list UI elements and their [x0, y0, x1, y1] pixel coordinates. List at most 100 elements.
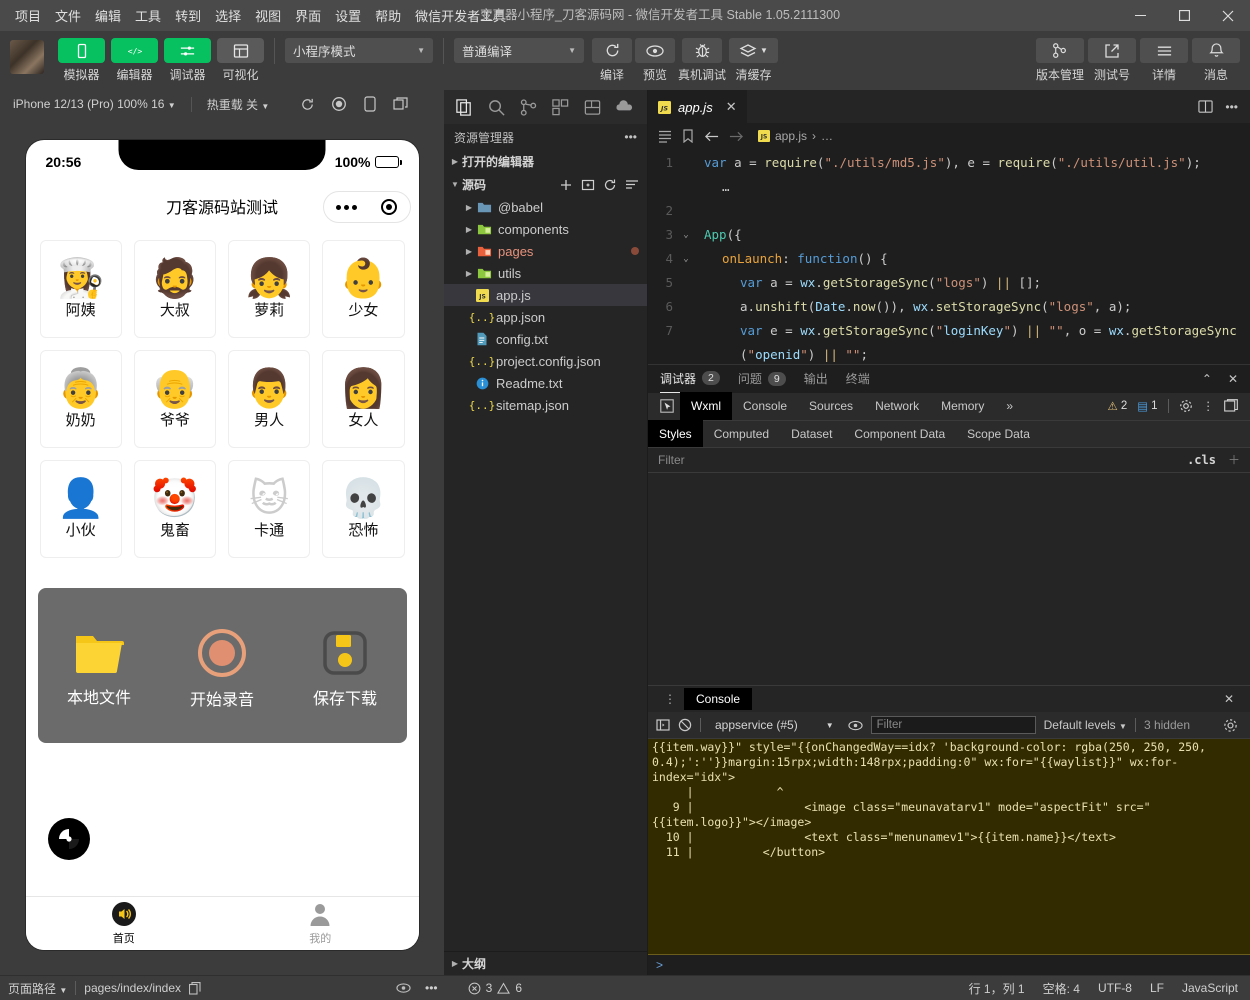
console-prompt[interactable]: > — [648, 955, 1250, 976]
gear-icon[interactable] — [1179, 399, 1193, 413]
refresh-icon[interactable] — [592, 38, 632, 63]
voice-card-3[interactable]: 👶 少女 — [322, 240, 405, 338]
editor-tab-app-js[interactable]: JS app.js ✕ — [648, 90, 747, 123]
menu-item-7[interactable]: 界面 — [288, 2, 328, 29]
bookmark-icon[interactable] — [682, 129, 694, 143]
indent-setting[interactable]: 空格: 4 — [1043, 980, 1080, 997]
toolbar-action-1[interactable]: 预览 — [635, 38, 675, 83]
tree-item-project-config-json[interactable]: {..} project.config.json — [444, 350, 647, 372]
outline-icon[interactable] — [658, 129, 672, 143]
sliders-icon[interactable] — [164, 38, 211, 63]
menu-item-5[interactable]: 选择 — [208, 2, 248, 29]
phone-icon[interactable] — [58, 38, 105, 63]
plus-icon[interactable]: ＋ — [1228, 451, 1240, 468]
menu-item-8[interactable]: 设置 — [328, 2, 368, 29]
devtool-tab-sources[interactable]: Sources — [798, 392, 864, 420]
compile-icon[interactable] — [578, 93, 606, 121]
kebab-icon[interactable]: ⋮ — [1203, 399, 1215, 413]
page-path-select[interactable]: 页面路径 ▼ — [8, 980, 67, 997]
tree-item-Readme-txt[interactable]: Readme.txt — [444, 372, 647, 394]
debug-tab-0[interactable]: 调试器 2 — [660, 364, 720, 394]
chevron-right-icon[interactable]: ▶ — [462, 203, 476, 212]
split-editor-icon[interactable] — [1198, 99, 1214, 114]
panel-action-1[interactable]: 开始录音 — [167, 628, 277, 710]
toolbar-toggle-1[interactable]: </> 编辑器 — [111, 38, 158, 83]
panel-action-2[interactable]: 保存下载 — [290, 629, 400, 709]
more-dots-icon[interactable] — [335, 204, 357, 210]
encoding[interactable]: UTF-8 — [1098, 981, 1132, 995]
new-file-icon[interactable] — [559, 178, 573, 192]
language-mode[interactable]: JavaScript — [1182, 981, 1238, 995]
hot-reload-select[interactable]: 热重载 关 ▼ — [202, 93, 275, 116]
voice-card-8[interactable]: 👤 小伙 — [39, 460, 122, 558]
sidebar-icon[interactable] — [656, 718, 670, 732]
menu-item-6[interactable]: 视图 — [248, 2, 288, 29]
section-source[interactable]: ▼ 源码 — [444, 173, 647, 196]
toolbar-right-0[interactable]: 版本管理 — [1035, 38, 1084, 83]
refresh-icon[interactable] — [300, 97, 315, 112]
warning-triangle-icon[interactable] — [497, 981, 511, 995]
inspect-icon[interactable] — [654, 399, 680, 413]
chevron-up-icon[interactable]: ⌃ — [1202, 372, 1212, 386]
voice-card-10[interactable]: 🐱 卡通 — [228, 460, 311, 558]
source-control-icon[interactable] — [514, 93, 542, 121]
voice-card-2[interactable]: 👧 萝莉 — [228, 240, 311, 338]
menu-item-4[interactable]: 转到 — [168, 2, 208, 29]
bug-icon[interactable] — [682, 38, 722, 63]
breadcrumb-suffix[interactable]: … — [821, 129, 833, 143]
styles-tab-styles[interactable]: Styles — [648, 420, 703, 448]
styles-filter-input[interactable]: Filter — [658, 453, 685, 467]
branch-icon[interactable] — [1035, 38, 1084, 63]
mode-select[interactable]: 小程序模式 ▼ — [285, 38, 433, 63]
more-icon[interactable]: ••• — [425, 981, 438, 995]
tree-item-app-js[interactable]: JS app.js — [444, 284, 647, 306]
styles-tab-scope-data[interactable]: Scope Data — [956, 420, 1041, 447]
chevron-right-icon[interactable]: ▶ — [462, 247, 476, 256]
styles-tab-dataset[interactable]: Dataset — [780, 420, 843, 447]
toolbar-toggle-2[interactable]: 调试器 — [164, 38, 211, 83]
tree-item-@babel[interactable]: ▶ @babel — [444, 196, 647, 218]
console-levels-select[interactable]: Default levels ▼ — [1044, 718, 1127, 732]
eye-icon[interactable] — [635, 38, 675, 63]
console-filter-input[interactable]: Filter — [870, 716, 1036, 735]
voice-card-11[interactable]: 💀 恐怖 — [322, 460, 405, 558]
menu-item-9[interactable]: 帮助 — [368, 2, 408, 29]
search-icon[interactable] — [482, 93, 510, 121]
voice-card-7[interactable]: 👩 女人 — [322, 350, 405, 448]
collapse-all-icon[interactable] — [625, 178, 639, 192]
gear-icon[interactable] — [1223, 718, 1242, 733]
toolbar-action-0[interactable]: 编译 — [592, 38, 632, 83]
devtool-overflow-icon[interactable]: » — [995, 392, 1024, 420]
chevron-right-icon[interactable]: ▶ — [462, 225, 476, 234]
voice-card-6[interactable]: 👨 男人 — [228, 350, 311, 448]
devtool-tab-memory[interactable]: Memory — [930, 392, 995, 420]
minimize-icon[interactable] — [1118, 0, 1162, 31]
maximize-icon[interactable] — [1162, 0, 1206, 31]
new-folder-icon[interactable] — [581, 178, 595, 192]
tree-item-utils[interactable]: ▶ utils — [444, 262, 647, 284]
tree-item-config-txt[interactable]: config.txt — [444, 328, 647, 350]
more-icon[interactable]: ••• — [624, 130, 637, 144]
files-icon[interactable] — [450, 93, 478, 121]
tree-item-pages[interactable]: ▶ pages — [444, 240, 647, 262]
voice-card-1[interactable]: 🧔 大叔 — [133, 240, 216, 338]
devtool-tab-console[interactable]: Console — [732, 392, 798, 420]
external-link-icon[interactable] — [1088, 38, 1136, 63]
toolbar-right-3[interactable]: 消息 — [1192, 38, 1240, 83]
debug-tab-3[interactable]: 终端 — [846, 364, 870, 393]
menu-item-2[interactable]: 编辑 — [88, 2, 128, 29]
bell-icon[interactable] — [1192, 38, 1240, 63]
copy-icon[interactable] — [189, 981, 201, 995]
menu-item-3[interactable]: 工具 — [128, 2, 168, 29]
styles-tab-computed[interactable]: Computed — [703, 420, 780, 447]
floating-logo-icon[interactable] — [47, 818, 90, 860]
wechat-capsule[interactable] — [322, 191, 411, 223]
debug-tab-1[interactable]: 问题 9 — [738, 364, 786, 393]
menu-icon[interactable] — [1140, 38, 1188, 63]
toolbar-toggle-3[interactable]: 可视化 — [217, 38, 264, 83]
phone-tab-0[interactable]: 首页 — [26, 897, 223, 950]
close-target-icon[interactable] — [381, 199, 398, 215]
console-context-select[interactable]: appservice (#5) ▼ — [709, 718, 840, 732]
fold-toggle-icon[interactable]: ⌄ — [678, 223, 694, 247]
tree-item-sitemap-json[interactable]: {..} sitemap.json — [444, 394, 647, 416]
